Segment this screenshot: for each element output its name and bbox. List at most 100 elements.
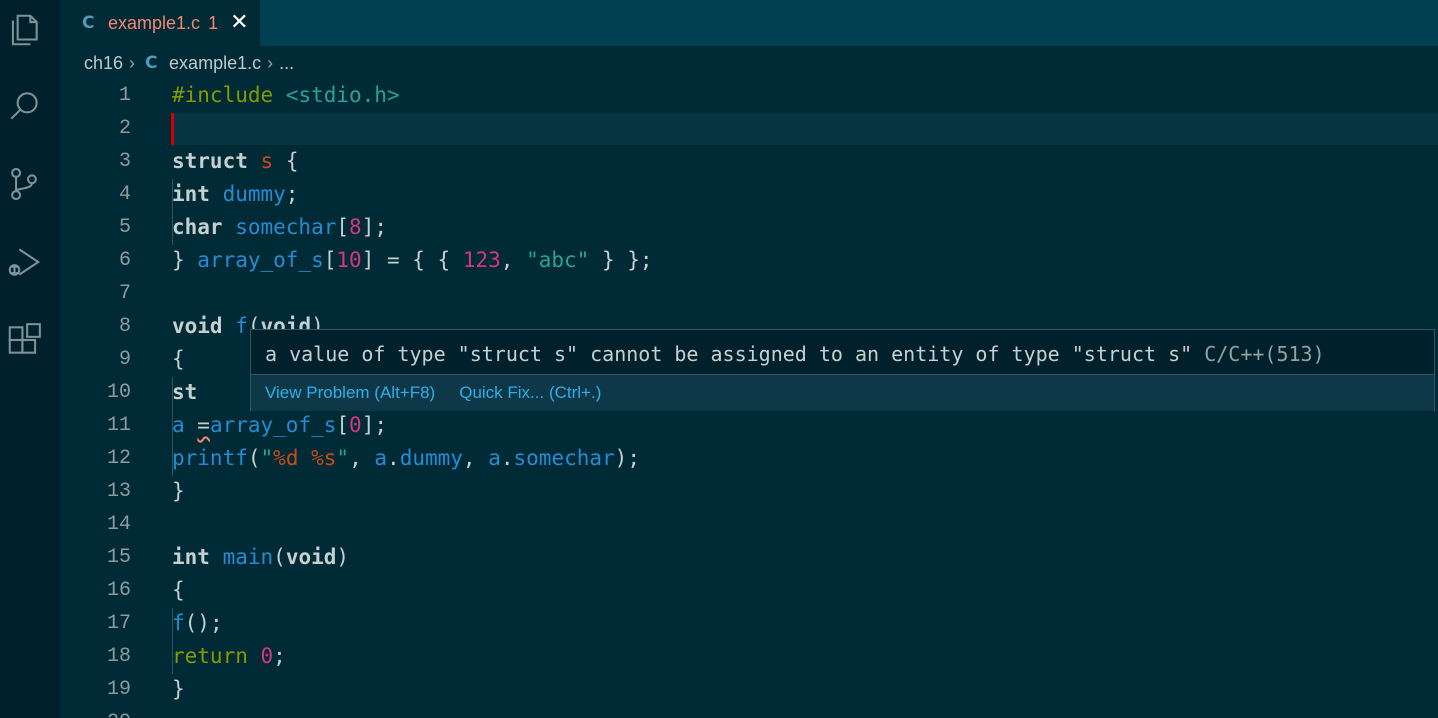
tab-example1-c[interactable]: C example1.c 1 ✕ — [60, 0, 260, 46]
code-token: } — [172, 248, 198, 272]
extensions-icon[interactable] — [0, 316, 48, 364]
line-number: 5 — [118, 216, 131, 239]
code-text: printf("%d %s", a.dummy, a.somechar); — [172, 442, 640, 475]
code-text: st — [172, 376, 197, 409]
line-number: 19 — [106, 678, 131, 701]
code-token: f — [172, 611, 185, 635]
code-token: main — [222, 545, 274, 569]
line-number: 18 — [106, 645, 131, 668]
code-line[interactable]: 18 return 0; — [60, 640, 1438, 673]
code-token: f — [235, 314, 248, 338]
tab-label: example1.c — [108, 12, 201, 33]
code-token: <stdio.h> — [285, 83, 400, 107]
run-debug-icon[interactable] — [0, 238, 48, 286]
breadcrumb-file[interactable]: example1.c — [169, 53, 261, 74]
code-line[interactable]: 17 f(); — [60, 607, 1438, 640]
code-line[interactable]: 3 struct s { — [60, 145, 1438, 178]
code-token: a — [374, 446, 388, 470]
line-number: 17 — [106, 612, 131, 635]
code-line[interactable]: 14 — [60, 508, 1438, 541]
line-number: 16 — [106, 579, 131, 602]
code-token: 123 — [462, 248, 501, 272]
code-token: { — [172, 578, 185, 602]
code-line[interactable]: 15 int main(void) — [60, 541, 1438, 574]
code-token: st — [172, 380, 198, 404]
code-line[interactable]: 6} array_of_s[10] = { { 123, "abc" } }; — [60, 244, 1438, 277]
code-token: void — [285, 545, 337, 569]
line-number: 4 — [118, 183, 131, 206]
code-token: . — [387, 446, 400, 470]
c-file-icon: C — [145, 53, 158, 73]
code-text: a = array_of_s[0]; — [172, 409, 387, 442]
code-text: } array_of_s[10] = { { 123, "abc" } }; — [172, 244, 653, 277]
chevron-right-icon: › — [267, 52, 274, 73]
code-text: char somechar[8]; — [172, 211, 387, 244]
code-token: 8 — [349, 215, 362, 239]
line-number: 15 — [106, 546, 131, 569]
code-token: . — [500, 446, 514, 470]
code-line[interactable]: 20 — [60, 706, 1438, 718]
activity-bar — [0, 0, 60, 718]
code-token: s — [260, 149, 274, 173]
code-token: void — [172, 314, 236, 338]
code-token: } — [172, 479, 185, 503]
code-token: } }; — [589, 248, 653, 272]
code-text: int dummy; — [172, 178, 298, 211]
code-token: " — [336, 446, 350, 470]
code-token: } — [172, 677, 185, 701]
tab-problem-count: 1 — [208, 12, 219, 33]
code-line[interactable]: 5 char somechar[8]; — [60, 211, 1438, 244]
line-number: 12 — [106, 447, 131, 470]
code-line[interactable]: 1 #include <stdio.h> — [60, 79, 1438, 112]
breadcrumb-folder[interactable]: ch16 — [84, 53, 123, 74]
code-text: #include <stdio.h> — [172, 79, 400, 112]
code-token: a — [488, 446, 501, 470]
code-line[interactable]: 12 printf("%d %s", a.dummy, a.somechar); — [60, 442, 1438, 475]
code-token: ( — [273, 545, 286, 569]
code-token: int — [172, 545, 223, 569]
code-token: ]; — [361, 413, 387, 437]
code-line[interactable]: 11 a = array_of_s[0]; — [60, 409, 1438, 442]
search-icon[interactable] — [0, 82, 48, 130]
line-number: 10 — [106, 381, 131, 404]
line-number: 14 — [106, 513, 131, 536]
line-number: 9 — [118, 348, 131, 371]
code-token: a — [172, 413, 198, 437]
files-icon[interactable] — [0, 6, 48, 54]
code-token: [ — [336, 215, 350, 239]
code-token: 10 — [336, 248, 362, 272]
code-token: , — [349, 446, 375, 470]
code-text: } — [172, 673, 185, 706]
error-hover-popup: a value of type "struct s" cannot be ass… — [250, 329, 1435, 411]
hover-actions: View Problem (Alt+F8) Quick Fix... (Ctrl… — [251, 374, 1434, 411]
line-number: 20 — [60, 706, 131, 718]
code-line[interactable]: 13} — [60, 475, 1438, 508]
code-line[interactable]: 2 — [60, 112, 1438, 145]
tab-bar: C example1.c 1 ✕ — [60, 0, 1438, 46]
code-token: " — [260, 446, 274, 470]
breadcrumb-symbol[interactable]: ... — [279, 53, 294, 74]
code-line[interactable]: 7 — [60, 277, 1438, 310]
code-token: printf — [172, 446, 248, 470]
quick-fix-link[interactable]: Quick Fix... (Ctrl+.) — [459, 383, 601, 403]
code-token: dummy — [399, 446, 463, 470]
close-icon[interactable]: ✕ — [230, 12, 248, 34]
code-text: { — [172, 574, 185, 607]
error-source: C/C++(513) — [1204, 342, 1325, 366]
code-token: (); — [184, 611, 223, 635]
code-token: #include — [172, 83, 286, 107]
code-line[interactable]: 4 int dummy; — [60, 178, 1438, 211]
code-token: ( — [247, 446, 261, 470]
code-text: } — [172, 475, 185, 508]
view-problem-link[interactable]: View Problem (Alt+F8) — [265, 383, 435, 403]
code-token: 0 — [349, 413, 362, 437]
source-control-icon[interactable] — [0, 160, 48, 208]
code-token: 0 — [260, 644, 274, 668]
code-line[interactable]: 19} — [60, 673, 1438, 706]
code-line[interactable]: 16 { — [60, 574, 1438, 607]
line-number: 3 — [118, 150, 131, 173]
